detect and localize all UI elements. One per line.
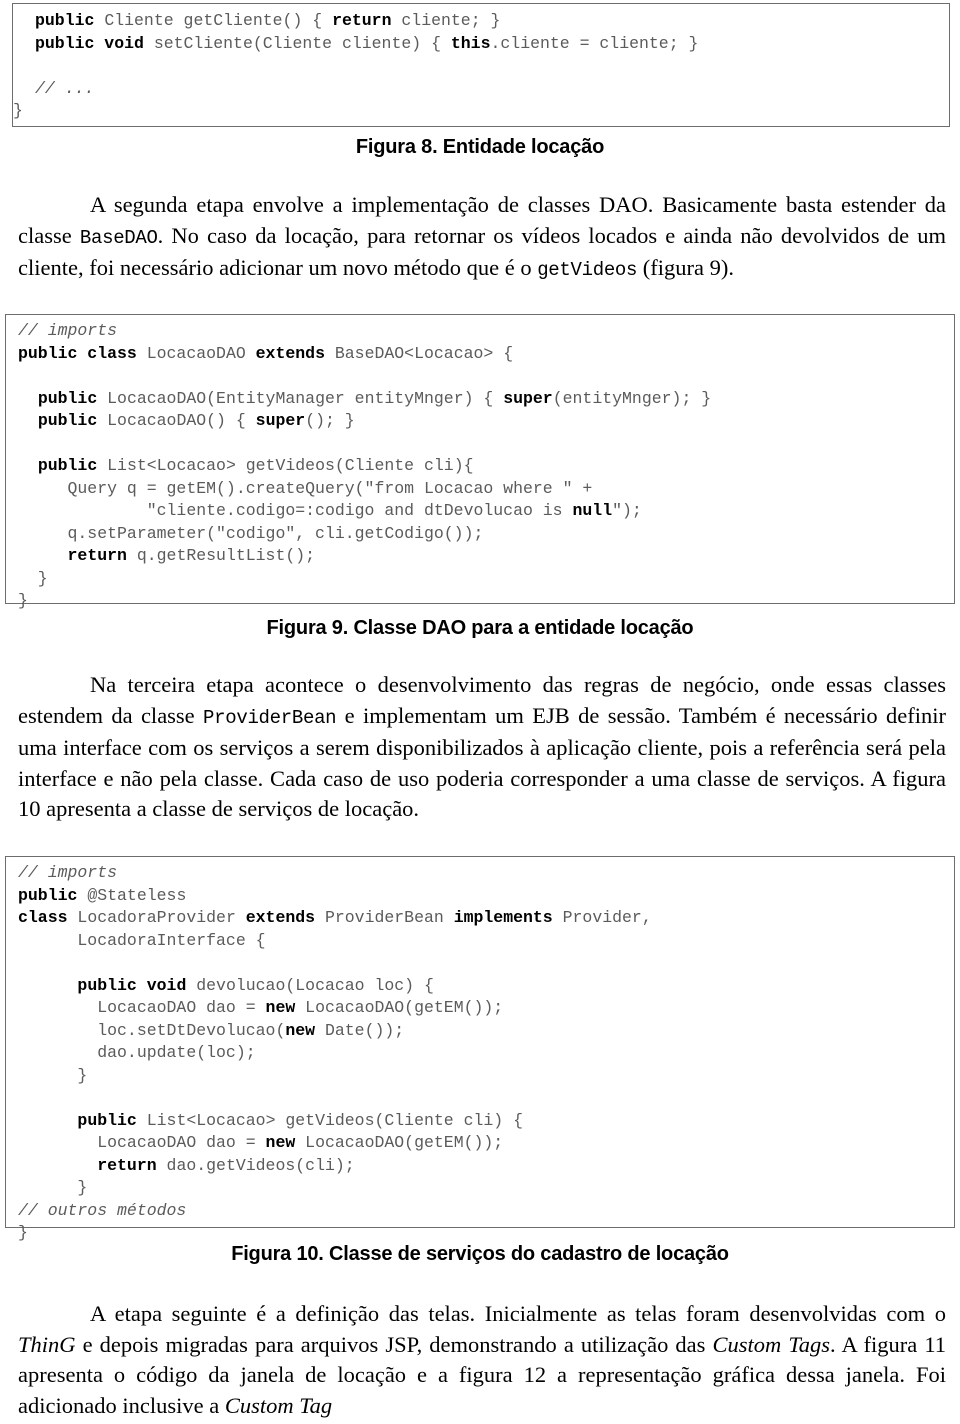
para1-text-c: (figura 9). <box>637 255 734 281</box>
paragraph-definicao-telas: A etapa seguinte é a definição das telas… <box>18 1299 946 1421</box>
paragraph-dao-introduction: A segunda etapa envolve a implementação … <box>18 190 946 286</box>
para3-text-b: e depois migradas para arquivos JSP, dem… <box>75 1331 713 1357</box>
code-block-locacaodao: // imports public class LocacaoDAO exten… <box>5 314 955 610</box>
figure-10-caption: Figura 10. Classe de serviços do cadastr… <box>231 1243 729 1265</box>
para3-italic-custom-tags: Custom Tags <box>712 1331 831 1357</box>
para3-text-a: A etapa seguinte é a definição das telas… <box>90 1301 946 1326</box>
code-text-1-closing-brace: } <box>13 101 23 120</box>
paragraph-regras-negocio: Na terceira etapa acontece o desenvolvim… <box>18 670 946 825</box>
para2-code-providerbean: ProviderBean <box>203 706 337 729</box>
figure-8-caption: Figura 8. Entidade locação <box>355 136 605 158</box>
para1-code-getvideos: getVideos <box>537 259 638 282</box>
para1-text-b: . No caso da locação, para retornar os v… <box>18 222 946 281</box>
figure-9-caption: Figura 9. Classe DAO para a entidade loc… <box>266 617 694 639</box>
para3-italic-thing: ThinG <box>18 1331 76 1357</box>
code-text-2: // imports public class LocacaoDAO exten… <box>18 321 712 610</box>
para1-code-basedao: BaseDAO <box>79 226 158 249</box>
code-text-1: public Cliente getCliente() { return cli… <box>35 11 699 98</box>
code-block-entidade-locacao: public Cliente getCliente() { return cli… <box>12 3 950 127</box>
code-block-locadoraprovider: // imports public @Stateless class Locad… <box>5 856 955 1242</box>
para3-italic-custom-tag: Custom Tag <box>224 1392 333 1418</box>
code-text-3: // imports public @Stateless class Locad… <box>18 863 652 1242</box>
